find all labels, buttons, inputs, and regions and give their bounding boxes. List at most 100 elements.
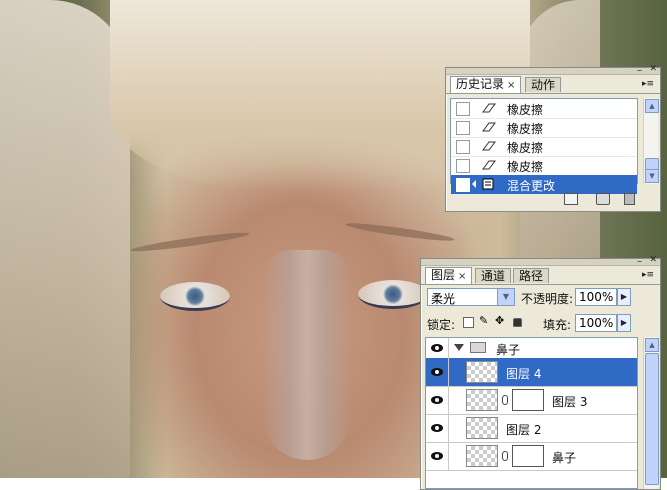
history-item-label: 橡皮擦 [507,122,544,136]
visibility-toggle[interactable] [426,442,449,470]
tab-layers-label: 图层 [431,268,456,282]
layer-row-selected[interactable]: 图层 4 [426,358,637,387]
scroll-down-arrow-icon[interactable]: ▼ [645,169,659,183]
lock-fill-row: 锁定: ✎ ✥ 填充: 100% ▶ [425,312,656,334]
layers-panel-tabs: 图层 × 通道 路径 ▸≡ [421,266,660,285]
tab-history[interactable]: 历史记录 × [450,76,522,93]
eye-icon [431,344,443,352]
folder-icon [470,342,486,353]
scroll-thumb[interactable] [645,353,659,485]
layer-row[interactable]: 鼻子 [426,442,637,471]
opacity-label: 不透明度: [521,292,574,306]
snapshot-camera-icon[interactable] [596,193,610,205]
layers-list: 鼻子 图层 4 图层 3 图层 2 鼻子 [425,337,638,489]
visibility-toggle[interactable] [426,358,449,386]
history-item[interactable]: 橡皮擦 [451,118,637,138]
right-eye [358,280,428,309]
visibility-toggle[interactable] [426,414,449,442]
visibility-toggle[interactable] [426,338,449,358]
menu-arrow-icon[interactable]: ▸≡ [642,270,654,280]
lock-transparent-pixels-icon[interactable] [463,317,474,328]
layer-name: 鼻子 [552,451,577,465]
tab-paths-label: 路径 [519,269,544,283]
opacity-slider-arrow-icon[interactable]: ▶ [617,288,631,306]
fill-label: 填充: [543,318,572,332]
history-scrollbar[interactable]: ▲ ▼ [643,98,659,184]
blend-mode-value: 柔光 [431,292,456,306]
layer-name: 图层 2 [506,423,542,437]
history-panel-tabs: 历史记录 × 动作 ▸≡ [446,75,660,94]
eye-icon [431,424,443,432]
history-item-label: 橡皮擦 [507,160,544,174]
tab-actions-label: 动作 [531,78,556,92]
eraser-icon [482,122,496,132]
fill-input[interactable]: 100% [575,314,617,332]
lock-image-pixels-icon[interactable]: ✎ [479,314,490,327]
history-source-checkbox[interactable] [456,102,470,116]
layer-name: 鼻子 [496,343,521,357]
layer-name: 图层 4 [506,367,542,381]
panel-close-icon[interactable]: ✕ [649,64,657,74]
history-list: 橡皮擦 橡皮擦 橡皮擦 橡皮擦 混合更改 [450,98,638,195]
menu-arrow-icon[interactable]: ▸≡ [642,79,654,89]
new-document-from-state-icon[interactable] [564,193,578,205]
blend-mode-select[interactable]: 柔光 ▼ [427,288,515,306]
scroll-up-arrow-icon[interactable]: ▲ [645,338,659,352]
eye-icon [431,452,443,460]
eye-icon [431,368,443,376]
layer-mask-thumbnail[interactable] [512,389,544,411]
eye-icon [431,396,443,404]
history-panel: – ✕ 历史记录 × 动作 ▸≡ 橡皮擦 橡皮擦 橡皮擦 橡皮擦 混合更改 ▲ … [445,64,661,212]
history-item[interactable]: 橡皮擦 [451,156,637,176]
eraser-icon [482,160,496,170]
opacity-input[interactable]: 100% [575,288,617,306]
lock-label: 锁定: [427,318,456,332]
tab-paths[interactable]: 路径 [513,268,550,283]
history-item-label: 橡皮擦 [507,141,544,155]
lock-all-icon[interactable] [513,318,522,327]
layer-thumbnail [466,445,498,467]
history-source-checkbox[interactable] [456,140,470,154]
eraser-icon [482,141,496,151]
tab-channels[interactable]: 通道 [475,268,512,283]
scroll-up-arrow-icon[interactable]: ▲ [645,99,659,113]
history-panel-titlebar[interactable] [446,68,660,75]
nose-retouch-overlay [262,250,352,460]
visibility-toggle[interactable] [426,386,449,414]
lock-position-icon[interactable]: ✥ [495,314,506,327]
tab-channels-label: 通道 [481,269,506,283]
history-item[interactable]: 橡皮擦 [451,137,637,157]
panel-close-icon[interactable]: ✕ [649,255,657,265]
tab-history-label: 历史记录 [456,77,505,91]
tab-layers[interactable]: 图层 × [425,267,473,284]
mask-link-icon[interactable] [502,395,508,405]
layers-panel-titlebar[interactable] [421,259,660,266]
layers-scrollbar[interactable]: ▲ [643,337,659,489]
history-source-checkbox[interactable] [456,159,470,173]
expand-triangle-icon[interactable] [454,344,464,351]
history-item-label: 橡皮擦 [507,103,544,117]
right-eyebrow [344,220,456,244]
layer-row[interactable]: 图层 2 [426,414,637,443]
chevron-down-icon: ▼ [497,289,514,305]
layer-thumbnail [466,361,498,383]
layer-mask-thumbnail[interactable] [512,445,544,467]
layer-thumbnail [466,417,498,439]
layer-row[interactable]: 图层 3 [426,386,637,415]
fill-slider-arrow-icon[interactable]: ▶ [617,314,631,332]
tab-actions[interactable]: 动作 [525,77,562,92]
layers-panel: – ✕ 图层 × 通道 路径 ▸≡ 柔光 ▼ 不透明度: 100% ▶ 锁定: ✎… [420,255,661,490]
layer-group-row[interactable]: 鼻子 [426,338,637,359]
history-source-checkbox[interactable] [456,121,470,135]
layer-name: 图层 3 [552,395,588,409]
trash-icon[interactable] [624,193,635,205]
tab-close-icon[interactable]: × [458,271,466,282]
eraser-icon [482,103,496,113]
mask-link-icon[interactable] [502,451,508,461]
blend-opacity-row: 柔光 ▼ 不透明度: 100% ▶ [425,286,656,308]
left-eyebrow [130,229,250,255]
tab-close-icon[interactable]: × [507,80,515,91]
history-footer [446,189,660,211]
left-eye [160,282,230,311]
history-item[interactable]: 橡皮擦 [451,99,637,119]
